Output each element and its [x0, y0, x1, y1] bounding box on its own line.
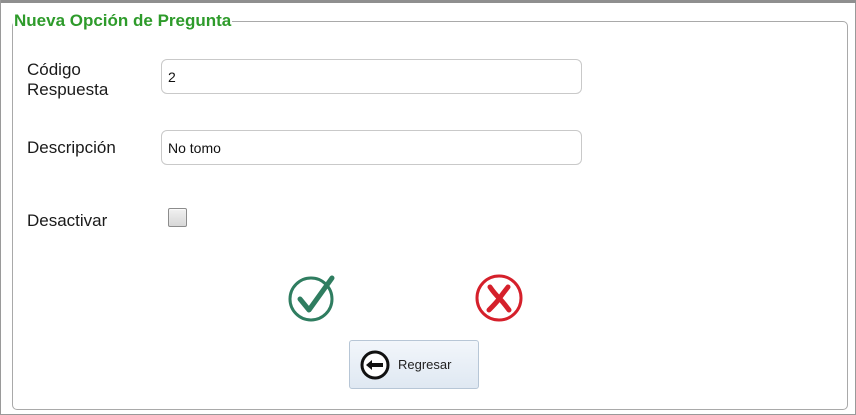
descripcion-label: Descripción	[27, 138, 116, 157]
codigo-respuesta-label: Código Respuesta	[27, 60, 108, 100]
desactivar-checkbox[interactable]	[168, 208, 187, 227]
form-legend: Nueva Opción de Pregunta	[14, 11, 232, 30]
regresar-button[interactable]: Regresar	[349, 340, 479, 389]
desactivar-label: Desactivar	[27, 211, 108, 230]
regresar-label: Regresar	[398, 357, 452, 372]
top-border-strip	[1, 0, 856, 3]
codigo-respuesta-input[interactable]	[161, 59, 582, 94]
codigo-label-line2: Respuesta	[27, 80, 109, 99]
codigo-label-line1: Código	[27, 60, 81, 79]
dialog-page: Nueva Opción de Pregunta Código Respuest…	[0, 0, 856, 415]
descripcion-input[interactable]	[161, 130, 582, 165]
check-circle-icon	[288, 275, 335, 322]
cancel-button[interactable]	[473, 272, 525, 324]
x-circle-icon	[475, 274, 523, 322]
confirm-button[interactable]	[287, 272, 339, 324]
arrow-left-circle-icon	[360, 350, 390, 379]
